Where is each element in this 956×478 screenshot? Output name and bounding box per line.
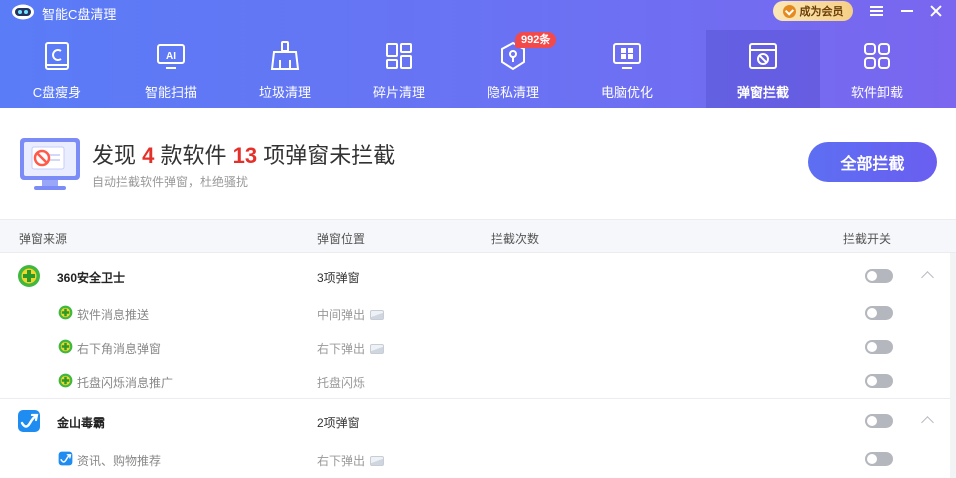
image-preview-icon[interactable] xyxy=(370,343,385,354)
nav-label: 智能扫描 xyxy=(144,85,197,100)
column-block-count: 拦截次数 xyxy=(491,232,540,246)
source-name: 金山毒霸 xyxy=(57,416,106,430)
popup-position-text: 中间弹出 xyxy=(317,308,366,322)
image-preview-icon[interactable] xyxy=(370,455,385,466)
nav-label: 弹窗拦截 xyxy=(736,85,789,100)
360-security-icon xyxy=(58,339,73,354)
table-row: 托盘闪烁消息推广 托盘闪烁 xyxy=(0,370,956,392)
popup-block-icon xyxy=(749,43,777,69)
popup-item-name: 软件消息推送 xyxy=(77,308,150,322)
nav-label: C盘瘦身 xyxy=(32,85,82,100)
nav-label: 电脑优化 xyxy=(600,85,653,100)
popup-item-name: 资讯、购物推荐 xyxy=(77,454,162,468)
popup-position-text: 右下弹出 xyxy=(317,342,366,356)
summary-prefix: 发现 xyxy=(92,143,137,168)
app-title: 智能C盘清理 xyxy=(42,7,117,22)
block-toggle[interactable] xyxy=(865,269,893,283)
scrollbar[interactable] xyxy=(950,253,956,478)
become-vip-button[interactable]: 成为会员 xyxy=(773,1,853,21)
nav-item-smart-scan[interactable]: AI 智能扫描 xyxy=(114,30,228,108)
main-nav: C盘瘦身 AI 智能扫描 垃圾清理 碎片清理 992条 隐私清理 电脑优化 弹窗… xyxy=(0,30,956,108)
summary-subtitle: 自动拦截软件弹窗，杜绝骚扰 xyxy=(92,175,249,189)
minimize-icon[interactable] xyxy=(897,2,917,20)
software-count: 4 xyxy=(142,143,155,168)
popup-count: 13 xyxy=(232,143,258,168)
summary-title: 发现 4 款软件 13 项弹窗未拦截 xyxy=(92,138,395,170)
360-security-icon xyxy=(58,373,73,388)
nav-item-c-slim[interactable]: C盘瘦身 xyxy=(0,30,114,108)
svg-text:AI: AI xyxy=(166,51,176,62)
popup-position: 右下弹出 xyxy=(317,340,385,357)
nav-item-uninstall[interactable]: 软件卸载 xyxy=(820,30,934,108)
summary-suffix: 项弹窗未拦截 xyxy=(263,143,396,168)
nav-item-defrag[interactable]: 碎片清理 xyxy=(342,30,456,108)
column-position: 弹窗位置 xyxy=(317,232,366,246)
nav-label: 碎片清理 xyxy=(372,85,425,100)
kingsoft-antivirus-icon xyxy=(58,451,73,466)
nav-label: 垃圾清理 xyxy=(258,85,311,100)
kingsoft-antivirus-icon xyxy=(18,410,40,432)
nav-item-popup-block[interactable]: 弹窗拦截 xyxy=(706,30,820,108)
360-security-icon xyxy=(58,305,73,320)
block-toggle[interactable] xyxy=(865,374,893,388)
block-toggle[interactable] xyxy=(865,414,893,428)
apps-uninstall-icon xyxy=(864,43,890,69)
popup-position: 3项弹窗 xyxy=(317,271,360,285)
popup-position-text: 右下弹出 xyxy=(317,454,366,468)
popup-position: 2项弹窗 xyxy=(317,416,360,430)
table-row: 右下角消息弹窗 右下弹出 xyxy=(0,336,956,358)
block-toggle[interactable] xyxy=(865,340,893,354)
windows-monitor-icon xyxy=(613,43,641,69)
privacy-count-badge: 992条 xyxy=(515,32,557,48)
title-bar: 智能C盘清理 成为会员 xyxy=(0,0,956,24)
nav-item-pc-optimize[interactable]: 电脑优化 xyxy=(570,30,684,108)
popup-monitor-icon xyxy=(20,138,80,190)
nav-item-junk-clean[interactable]: 垃圾清理 xyxy=(228,30,342,108)
nav-label: 隐私清理 xyxy=(486,85,539,100)
column-block-switch: 拦截开关 xyxy=(843,232,892,246)
vip-heart-icon xyxy=(782,4,796,18)
block-toggle[interactable] xyxy=(865,306,893,320)
block-all-button[interactable]: 全部拦截 xyxy=(808,142,937,182)
c-drive-icon xyxy=(45,42,69,70)
popup-position: 右下弹出 xyxy=(317,452,385,469)
source-name: 360安全卫士 xyxy=(57,271,126,285)
nav-label: 软件卸载 xyxy=(850,85,903,100)
table-row: 软件消息推送 中间弹出 xyxy=(0,302,956,324)
chevron-up-icon[interactable] xyxy=(921,416,934,429)
close-icon[interactable] xyxy=(926,2,946,20)
vip-label: 成为会员 xyxy=(799,6,844,18)
menu-icon[interactable] xyxy=(866,2,886,20)
summary-middle: 款软件 xyxy=(160,143,227,168)
robot-logo-icon xyxy=(12,4,34,20)
nav-item-privacy-clean[interactable]: 992条 隐私清理 xyxy=(456,30,570,108)
block-toggle[interactable] xyxy=(865,452,893,466)
popup-position: 托盘闪烁 xyxy=(317,376,366,390)
app-header: 智能C盘清理 成为会员 C盘瘦身 AI 智能扫描 垃圾清理 碎片清理 992条 … xyxy=(0,0,956,108)
table-row: 资讯、购物推荐 右下弹出 xyxy=(0,448,956,470)
360-security-icon xyxy=(18,265,40,287)
chevron-up-icon[interactable] xyxy=(921,271,934,284)
popup-position: 中间弹出 xyxy=(317,306,385,323)
grid-blocks-icon xyxy=(386,43,412,69)
table-row: 360安全卫士 3项弹窗 xyxy=(0,262,956,290)
image-preview-icon[interactable] xyxy=(370,309,385,320)
popup-item-name: 右下角消息弹窗 xyxy=(77,342,162,356)
group-divider xyxy=(0,398,956,399)
table-header: 弹窗来源 弹窗位置 拦截次数 拦截开关 xyxy=(0,219,956,253)
column-source: 弹窗来源 xyxy=(19,232,68,246)
popup-item-name: 托盘闪烁消息推广 xyxy=(77,376,174,390)
table-row: 金山毒霸 2项弹窗 xyxy=(0,407,956,435)
broom-icon xyxy=(270,41,300,70)
ai-monitor-icon: AI xyxy=(157,44,185,69)
